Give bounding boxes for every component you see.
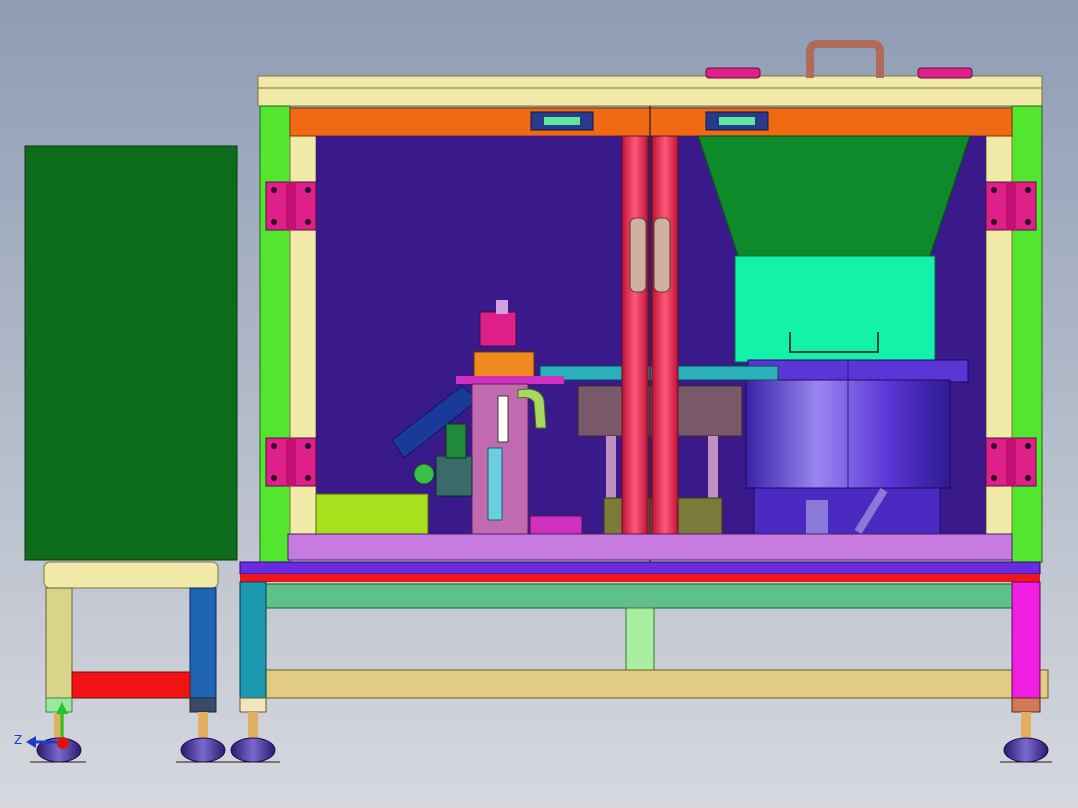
- base-leg-right: [1011, 581, 1041, 701]
- door-post-left: [621, 135, 649, 537]
- beam-indicator-right-window: [719, 117, 755, 125]
- bowl-foot: [806, 500, 828, 534]
- cross-rail-upper: [261, 583, 1015, 609]
- side-cabinet-leg-right: [189, 587, 217, 701]
- triad-origin-icon: [57, 737, 69, 749]
- center-stand: [625, 607, 655, 671]
- side-cabinet-cross-bar: [71, 671, 191, 699]
- vibratory-bowl: [745, 359, 969, 535]
- collection-bin-left: [315, 493, 429, 535]
- door-handle-right: [653, 217, 671, 293]
- cad-drawing-canvas[interactable]: Z: [0, 0, 1078, 808]
- top-latch-right: [917, 67, 973, 79]
- track-support-left: [606, 436, 616, 500]
- top-latch-left: [705, 67, 761, 79]
- top-cap: [257, 75, 1043, 107]
- collection-bin-small: [529, 515, 583, 535]
- door-post-right: [651, 135, 679, 537]
- actuator-sensor: [496, 300, 508, 314]
- side-cabinet-panel: [24, 145, 238, 561]
- bowl-rim: [747, 359, 969, 383]
- track-support-right: [708, 436, 718, 500]
- slide-plate: [456, 376, 564, 384]
- hopper-funnel: [697, 135, 971, 257]
- beam-indicator-left-window: [544, 117, 580, 125]
- hopper-assembly: [697, 135, 971, 363]
- base-leg-left: [239, 581, 267, 701]
- frame-post-right-outer: [1011, 105, 1043, 563]
- cross-rail-lower: [239, 669, 1049, 699]
- side-cabinet-top-rail: [43, 561, 219, 589]
- base-rail-red: [240, 574, 1040, 582]
- top-beam: [289, 107, 1013, 137]
- hopper-box: [734, 255, 936, 363]
- servo-motor: [435, 455, 473, 497]
- actuator-head: [479, 311, 517, 347]
- hinge-bottom-left: [265, 437, 317, 487]
- frame-post-left-outer: [259, 105, 291, 563]
- pneumatic-cylinder: [487, 447, 503, 521]
- base-rail-blue: [239, 561, 1041, 575]
- actuator-mount: [473, 351, 535, 379]
- hinge-top-left: [265, 181, 317, 231]
- bowl-base: [753, 487, 941, 535]
- base-plate: [287, 533, 1013, 561]
- base-foot-pad: [239, 697, 267, 713]
- hinge-top-right: [985, 181, 1037, 231]
- base-foot-pad: [1011, 697, 1041, 713]
- door-handle-left: [629, 217, 647, 293]
- side-cabinet-foot-pad: [189, 697, 217, 713]
- center-door-posts: [621, 106, 679, 562]
- hinge-bottom-right: [985, 437, 1037, 487]
- triad-z-label: Z: [14, 733, 22, 747]
- motor-body: [445, 423, 467, 459]
- motor-flange: [413, 463, 435, 485]
- side-cabinet-leg-left: [45, 587, 73, 701]
- cylinder-rod: [497, 395, 509, 443]
